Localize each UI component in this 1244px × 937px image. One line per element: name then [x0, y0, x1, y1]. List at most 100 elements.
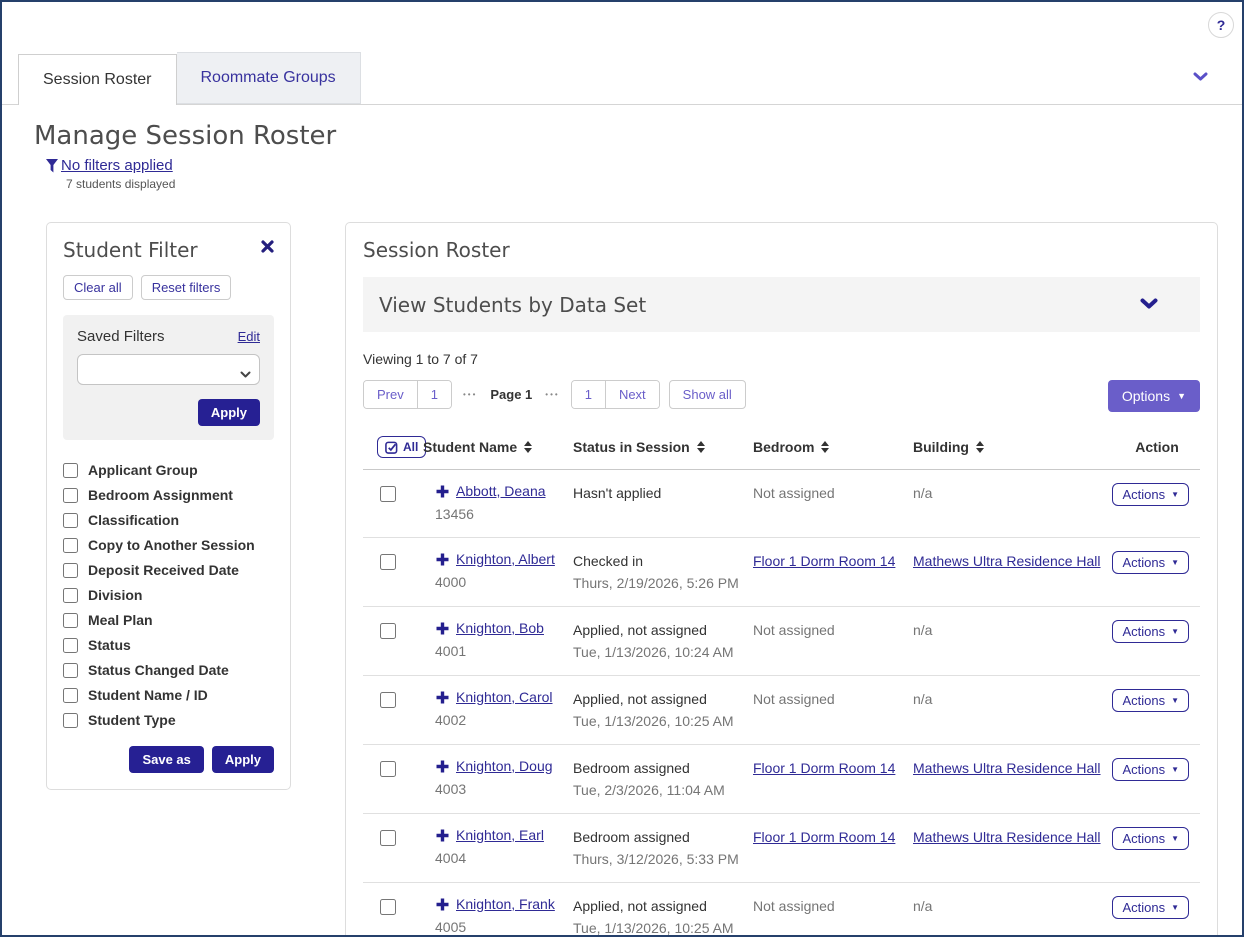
add-roommate-plus-icon[interactable] [436, 691, 449, 704]
filter-category-label[interactable]: Status Changed Date [88, 662, 229, 678]
filter-category-label[interactable]: Meal Plan [88, 612, 153, 628]
add-roommate-plus-icon[interactable] [436, 553, 449, 566]
student-id: 4005 [423, 919, 573, 935]
dataset-bar-label: View Students by Data Set [379, 293, 646, 317]
filter-category-label[interactable]: Student Name / ID [88, 687, 208, 703]
add-roommate-plus-icon[interactable] [436, 760, 449, 773]
reset-filters-button[interactable]: Reset filters [141, 275, 232, 300]
column-header-bedroom[interactable]: Bedroom [753, 439, 913, 455]
bedroom-link[interactable]: Floor 1 Dorm Room 14 [753, 829, 895, 845]
last-page-button[interactable]: 1 [572, 381, 605, 408]
actions-button[interactable]: Actions▼ [1112, 758, 1189, 781]
caret-down-icon: ▼ [1177, 391, 1186, 401]
session-roster-title: Session Roster [363, 238, 1200, 262]
filter-category-checkbox[interactable] [63, 463, 78, 478]
show-all-button[interactable]: Show all [669, 380, 746, 409]
actions-button[interactable]: Actions▼ [1112, 483, 1189, 506]
saved-filter-apply-button[interactable]: Apply [198, 399, 260, 426]
actions-button[interactable]: Actions▼ [1112, 827, 1189, 850]
column-header-status[interactable]: Status in Session [573, 439, 753, 455]
row-checkbox[interactable] [380, 830, 396, 846]
column-header-student-name[interactable]: Student Name [423, 439, 573, 455]
next-page-button[interactable]: Next [605, 381, 659, 408]
status-in-session: Hasn't applied [573, 483, 753, 501]
filter-category-label[interactable]: Classification [88, 512, 179, 528]
student-name-link[interactable]: Knighton, Bob [456, 620, 544, 636]
add-roommate-plus-icon[interactable] [436, 829, 449, 842]
actions-button[interactable]: Actions▼ [1112, 551, 1189, 574]
edit-saved-filters-link[interactable]: Edit [238, 329, 260, 344]
table-row: Knighton, Albert 4000 Checked in Thurs, … [363, 538, 1200, 607]
pagination-ellipsis: ••• [545, 390, 559, 399]
current-page-label: Page 1 [490, 387, 532, 402]
add-roommate-plus-icon[interactable] [436, 898, 449, 911]
students-displayed-count: 7 students displayed [66, 177, 1214, 191]
student-name-link[interactable]: Abbott, Deana [456, 483, 546, 499]
filter-category-item: Student Type [63, 712, 274, 728]
filter-category-item: Classification [63, 512, 274, 528]
filter-category-label[interactable]: Status [88, 637, 131, 653]
student-name-link[interactable]: Knighton, Albert [456, 551, 555, 567]
view-students-by-dataset-bar[interactable]: View Students by Data Set [363, 277, 1200, 332]
student-name-link[interactable]: Knighton, Frank [456, 896, 555, 912]
saved-filters-select[interactable] [77, 354, 260, 385]
filter-category-label[interactable]: Deposit Received Date [88, 562, 239, 578]
tab-session-roster[interactable]: Session Roster [18, 54, 177, 105]
help-button[interactable]: ? [1208, 12, 1234, 38]
row-checkbox[interactable] [380, 692, 396, 708]
bedroom-link[interactable]: Floor 1 Dorm Room 14 [753, 760, 895, 776]
filter-category-checkbox[interactable] [63, 638, 78, 653]
filter-category-item: Applicant Group [63, 462, 274, 478]
row-checkbox[interactable] [380, 623, 396, 639]
building-link[interactable]: Mathews Ultra Residence Hall [913, 553, 1101, 569]
filter-category-checkbox[interactable] [63, 613, 78, 628]
page-1-button[interactable]: 1 [417, 381, 451, 408]
column-header-building[interactable]: Building [913, 439, 1113, 455]
filter-category-checkbox[interactable] [63, 563, 78, 578]
add-roommate-plus-icon[interactable] [436, 485, 449, 498]
table-row: Knighton, Earl 4004 Bedroom assigned Thu… [363, 814, 1200, 883]
filter-category-checkbox[interactable] [63, 713, 78, 728]
row-checkbox[interactable] [380, 899, 396, 915]
caret-down-icon: ▼ [1171, 765, 1179, 774]
filter-category-checkbox[interactable] [63, 513, 78, 528]
sort-icon [524, 441, 532, 453]
student-name-link[interactable]: Knighton, Earl [456, 827, 544, 843]
student-name-link[interactable]: Knighton, Carol [456, 689, 553, 705]
row-checkbox[interactable] [380, 554, 396, 570]
student-name-link[interactable]: Knighton, Doug [456, 758, 553, 774]
actions-button[interactable]: Actions▼ [1112, 896, 1189, 919]
actions-button[interactable]: Actions▼ [1112, 620, 1189, 643]
collapse-chevron-icon[interactable] [1193, 68, 1208, 86]
close-icon[interactable] [261, 240, 274, 258]
filter-apply-button[interactable]: Apply [212, 746, 274, 773]
bedroom-link[interactable]: Floor 1 Dorm Room 14 [753, 553, 895, 569]
row-checkbox[interactable] [380, 486, 396, 502]
clear-all-button[interactable]: Clear all [63, 275, 133, 300]
building-na: n/a [913, 485, 932, 501]
no-filters-applied-link[interactable]: No filters applied [61, 157, 173, 174]
building-link[interactable]: Mathews Ultra Residence Hall [913, 760, 1101, 776]
building-link[interactable]: Mathews Ultra Residence Hall [913, 829, 1101, 845]
options-button[interactable]: Options▼ [1108, 380, 1200, 412]
filter-category-label[interactable]: Applicant Group [88, 462, 198, 478]
filter-category-checkbox[interactable] [63, 588, 78, 603]
row-checkbox[interactable] [380, 761, 396, 777]
filter-category-label[interactable]: Bedroom Assignment [88, 487, 233, 503]
filter-category-label[interactable]: Division [88, 587, 142, 603]
select-all-button[interactable]: All [377, 436, 426, 458]
add-roommate-plus-icon[interactable] [436, 622, 449, 635]
prev-page-button[interactable]: Prev [364, 381, 417, 408]
actions-button[interactable]: Actions▼ [1112, 689, 1189, 712]
status-date: Tue, 2/3/2026, 11:04 AM [573, 782, 753, 798]
filter-category-checkbox[interactable] [63, 688, 78, 703]
filter-category-label[interactable]: Copy to Another Session [88, 537, 255, 553]
save-as-button[interactable]: Save as [129, 746, 203, 773]
tab-roommate-groups[interactable]: Roommate Groups [177, 52, 361, 104]
tab-bar: Session Roster Roommate Groups [2, 52, 1242, 105]
filter-category-label[interactable]: Student Type [88, 712, 176, 728]
table-row: Abbott, Deana 13456 Hasn't applied Not a… [363, 470, 1200, 538]
filter-category-checkbox[interactable] [63, 538, 78, 553]
filter-category-checkbox[interactable] [63, 488, 78, 503]
filter-category-checkbox[interactable] [63, 663, 78, 678]
